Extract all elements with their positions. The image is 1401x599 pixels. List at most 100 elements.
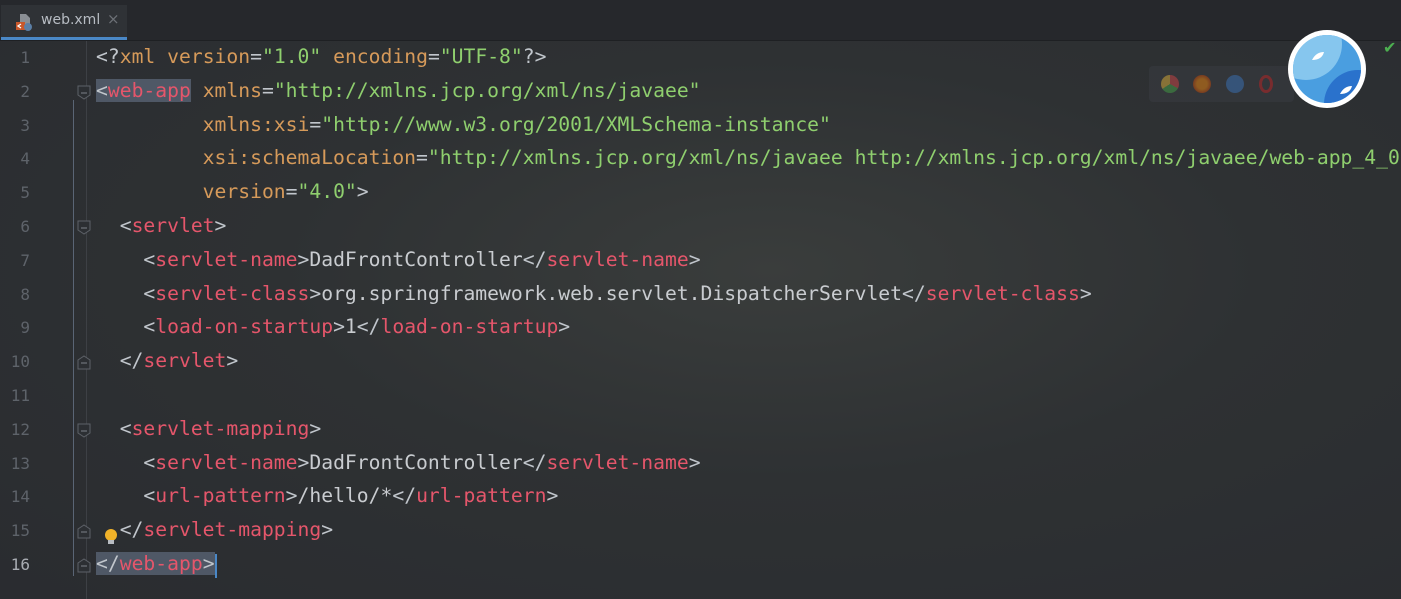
token-bracket: > xyxy=(356,180,369,204)
token-bracket: > xyxy=(321,518,334,542)
fold-end-icon[interactable] xyxy=(77,524,91,539)
token-tag: servlet-name xyxy=(546,450,689,474)
fold-collapse-icon[interactable] xyxy=(77,85,91,100)
token-attr: xsi:schemaLocation xyxy=(96,146,417,170)
globe-logo-icon xyxy=(1293,35,1361,103)
token-bracket: < xyxy=(96,214,132,237)
token-bracket: > xyxy=(546,484,559,508)
token-bracket: = xyxy=(427,45,440,68)
code-text: <servlet-class>org.springframework.web.s… xyxy=(96,281,1092,305)
text-caret xyxy=(214,554,217,578)
token-bracket: > xyxy=(285,484,298,508)
code-text: <servlet-name>DadFrontController</servle… xyxy=(96,247,701,271)
code-text: <?xml version="1.0" encoding="UTF-8"?> xyxy=(96,45,547,68)
code-line[interactable]: 9 <load-on-startup>1</load-on-startup> xyxy=(0,311,1401,345)
line-number: 15 xyxy=(10,521,30,541)
token-bracket: > xyxy=(688,247,701,271)
line-number: 5 xyxy=(20,183,30,203)
code-line[interactable]: 3 xmlns:xsi="http://www.w3.org/2001/XMLS… xyxy=(0,109,1401,143)
code-line[interactable]: 12 <servlet-mapping> xyxy=(0,413,1401,447)
token-bracket: > xyxy=(333,315,345,339)
token-str: "UTF-8" xyxy=(439,45,523,68)
line-number: 3 xyxy=(20,115,30,135)
app-logo xyxy=(1288,30,1366,108)
line-number: 2 xyxy=(20,81,30,101)
line-number: 7 xyxy=(20,250,30,270)
token-tag: url-pattern xyxy=(416,484,547,508)
opera-icon[interactable] xyxy=(1259,75,1273,93)
line-number: 4 xyxy=(20,149,30,169)
token-bracket: </ xyxy=(392,484,417,508)
token-bracket: </ xyxy=(902,281,926,305)
code-text: </servlet-mapping> xyxy=(96,518,333,541)
code-text: <web-app xmlns="http://xmlns.jcp.org/xml… xyxy=(96,78,701,102)
token-attr: version xyxy=(167,45,251,68)
token-bracket: </ xyxy=(96,349,144,373)
line-number: 14 xyxy=(10,487,30,507)
code-line[interactable]: 15 </servlet-mapping> xyxy=(0,514,1401,548)
lightbulb-icon[interactable] xyxy=(104,528,118,546)
token-tag: url-pattern xyxy=(155,484,286,508)
close-tab-icon[interactable]: × xyxy=(107,10,120,28)
token-bracket: = xyxy=(250,45,262,68)
token-bracket: > xyxy=(309,281,322,305)
line-number: 12 xyxy=(10,419,30,439)
token-bracket: </ xyxy=(522,450,547,474)
token-bracket: > xyxy=(202,552,215,575)
token-bracket: > xyxy=(214,214,227,237)
token-bracket: <? xyxy=(96,45,120,68)
token-bracket: = xyxy=(416,146,428,170)
firefox-icon[interactable] xyxy=(1193,75,1211,93)
code-line[interactable]: 13 <servlet-name>DadFrontController</ser… xyxy=(0,447,1401,481)
code-text: xmlns:xsi="http://www.w3.org/2001/XMLSch… xyxy=(96,113,831,136)
code-line[interactable]: 16 </web-app> xyxy=(0,548,1401,582)
token-bracket: < xyxy=(96,416,132,440)
code-line[interactable]: 6 <servlet> xyxy=(0,210,1401,244)
token-tag: servlet-class xyxy=(155,281,310,305)
token-bracket: ?> xyxy=(522,45,547,68)
token-tag: servlet-name xyxy=(546,247,689,271)
line-number: 11 xyxy=(10,386,30,405)
token-bracket: < xyxy=(96,484,156,508)
tab-label: web.xml xyxy=(41,12,101,28)
token-str: "http://xmlns.jcp.org/xml/ns/javaee http… xyxy=(427,146,1401,170)
token-bracket: < xyxy=(96,450,156,474)
token-bracket: > xyxy=(1079,281,1092,305)
safari-icon[interactable] xyxy=(1226,75,1244,93)
tab-web-xml[interactable]: web.xml × xyxy=(1,5,127,40)
code-line[interactable]: 14 <url-pattern>/hello/*</url-pattern> xyxy=(0,480,1401,514)
token-tag: load-on-startup xyxy=(380,315,559,339)
token-bracket: < xyxy=(96,281,156,305)
code-line[interactable]: 10 </servlet> xyxy=(0,345,1401,379)
token-str: "4.0" xyxy=(297,180,357,204)
token-bracket: > xyxy=(309,416,322,440)
chrome-icon[interactable] xyxy=(1161,75,1179,93)
code-line[interactable]: 5 version="4.0"> xyxy=(0,176,1401,210)
token-text: DadFrontController xyxy=(309,247,523,271)
token-attr: xmlns xyxy=(190,78,262,102)
code-text: </web-app> xyxy=(96,552,215,575)
token-attr: encoding xyxy=(321,45,428,68)
code-line[interactable]: 4 xsi:schemaLocation="http://xmlns.jcp.o… xyxy=(0,142,1401,176)
fold-end-icon[interactable] xyxy=(77,558,91,573)
code-text: <load-on-startup>1</load-on-startup> xyxy=(96,315,570,338)
token-bracket: > xyxy=(297,450,310,474)
fold-collapse-icon[interactable] xyxy=(77,220,91,235)
fold-end-icon[interactable] xyxy=(77,355,91,370)
token-tag: servlet-mapping xyxy=(131,416,310,440)
code-line[interactable]: 11 xyxy=(0,379,1401,413)
token-decl: xml xyxy=(119,45,168,68)
code-line[interactable]: 8 <servlet-class>org.springframework.web… xyxy=(0,278,1401,312)
line-number: 9 xyxy=(20,318,30,338)
token-str: "http://xmlns.jcp.org/xml/ns/javaee" xyxy=(273,78,701,102)
token-attr: xmlns:xsi xyxy=(96,112,310,136)
code-line[interactable]: 7 <servlet-name>DadFrontController</serv… xyxy=(0,244,1401,278)
token-bracket: < xyxy=(96,247,156,271)
token-tag: servlet xyxy=(131,214,215,237)
fold-collapse-icon[interactable] xyxy=(77,423,91,438)
token-bracket: </ xyxy=(356,315,381,339)
token-tag: load-on-startup xyxy=(155,315,334,339)
token-bracket: < xyxy=(96,78,108,102)
code-text: <servlet> xyxy=(96,214,227,237)
editor-tab-bar: web.xml × xyxy=(0,0,1401,41)
